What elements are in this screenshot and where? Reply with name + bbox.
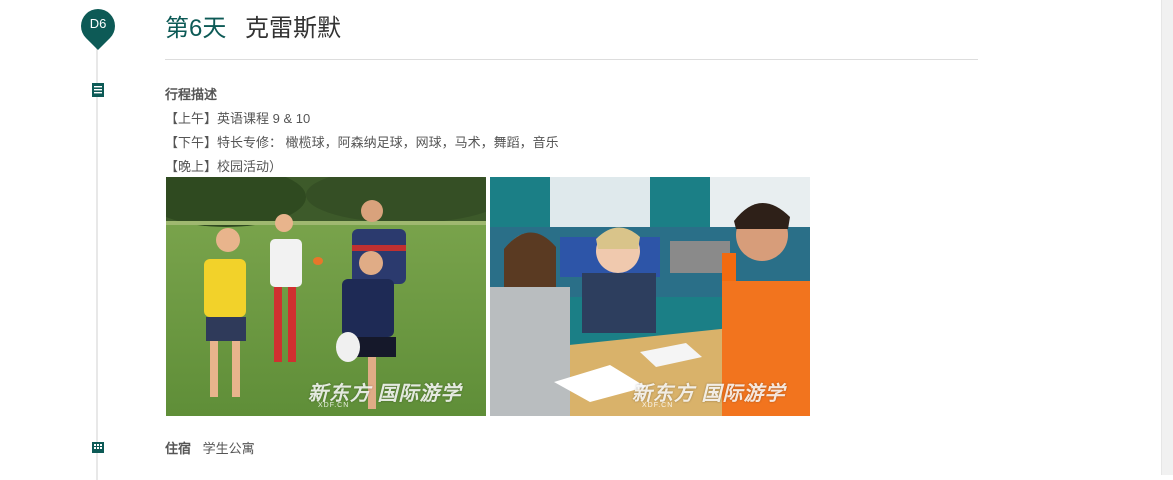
- itinerary-evening: 【晚上】校园活动）: [165, 159, 283, 174]
- itinerary-afternoon: 【下午】特长专修： 橄榄球，阿森纳足球，网球，马术，舞蹈，音乐: [165, 135, 559, 150]
- city-name: 克雷斯默: [245, 15, 342, 42]
- title-divider: [165, 59, 978, 60]
- timeline-line: [96, 40, 98, 480]
- watermark-sub: XDF.CN: [642, 402, 674, 409]
- day-pin-icon: D6: [73, 1, 123, 51]
- day-label: 第6天: [165, 15, 227, 42]
- rugby-photo: 新东方 国际游学 XDF.CN: [166, 177, 486, 416]
- classroom-photo: 新东方 国际游学 XDF.CN: [490, 177, 810, 416]
- itinerary-morning: 【上午】英语课程 9 & 10: [165, 111, 311, 126]
- day-badge: D6: [89, 16, 107, 31]
- document-list-icon: [91, 83, 104, 97]
- lodging-label: 住宿: [165, 441, 192, 456]
- scrollbar[interactable]: [1161, 0, 1173, 475]
- lodging-row: 住宿 学生公寓: [165, 438, 255, 457]
- day-title: 第6天 克雷斯默: [165, 14, 341, 44]
- building-icon: [91, 440, 104, 454]
- itinerary-label: 行程描述: [165, 87, 218, 102]
- lodging-value: 学生公寓: [202, 441, 255, 456]
- watermark-sub: XDF.CN: [318, 402, 350, 409]
